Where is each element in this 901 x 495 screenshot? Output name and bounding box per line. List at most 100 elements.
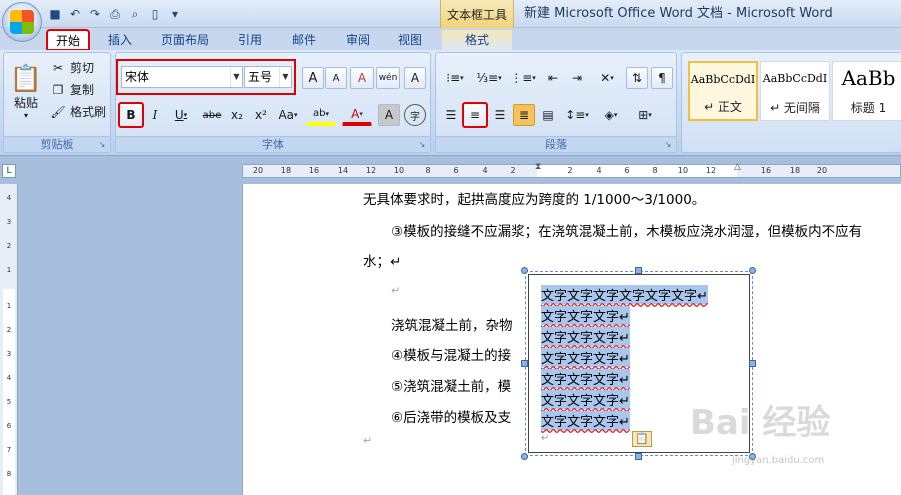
phonetic-guide-button[interactable]: wén (376, 67, 400, 89)
clear-format-icon: A (357, 71, 367, 85)
bold-button[interactable]: B (118, 102, 144, 128)
paragraph-launcher-icon[interactable]: ↘ (663, 140, 673, 150)
chevron-down-icon: ▾ (325, 109, 329, 118)
line-spacing-button[interactable]: ↕≡ ▾ (562, 104, 592, 126)
indent-marker-icon[interactable]: ⧗ (535, 162, 541, 172)
paste-button[interactable]: 📋 粘贴 ▾ (8, 57, 44, 127)
tab-insert[interactable]: 插入 (98, 30, 142, 50)
style-no-spacing-sample: AaBbCcDdI (762, 72, 828, 85)
office-button[interactable] (2, 2, 42, 42)
italic-button[interactable]: I (145, 104, 165, 126)
highlight-button[interactable]: ab ▾ (306, 104, 336, 126)
tab-review[interactable]: 审阅 (336, 30, 380, 50)
chevron-down-icon: ▾ (613, 111, 618, 119)
tab-home[interactable]: 开始 (46, 29, 90, 51)
bullets-icon: ⁝≡ (446, 71, 461, 85)
font-color-button[interactable]: A ▾ (342, 104, 372, 126)
format-painter-label: 格式刷 (70, 105, 107, 119)
underline-button[interactable]: U ▾ (168, 104, 194, 126)
sort-button[interactable]: ⇅ (626, 67, 648, 89)
borders-button[interactable]: ⊞ ▾ (630, 104, 660, 126)
ruler-tick: 6 (453, 166, 459, 175)
style-normal[interactable]: AaBbCcDdI ↵ 正文 (688, 61, 758, 121)
chevron-down-icon: ▾ (294, 111, 298, 119)
print-icon[interactable]: ⎙ (106, 5, 124, 23)
multilevel-list-button[interactable]: ⋮≡ ▾ (508, 67, 538, 89)
print-preview-icon[interactable]: ⌕ (126, 5, 144, 23)
increase-indent-button[interactable]: ⇥ (566, 67, 588, 89)
font-color-icon: A (351, 106, 360, 121)
bullets-button[interactable]: ⁝≡ ▾ (440, 67, 470, 89)
quick-access-toolbar: ■ ↶ ↷ ⎙ ⌕ ▯ ▾ (46, 4, 184, 24)
style-normal-sample: AaBbCcDdI (690, 73, 756, 86)
strikethrough-button[interactable]: abe (200, 104, 224, 126)
ruler-tick: 12 (365, 166, 377, 175)
show-marks-button[interactable]: ¶ (651, 67, 673, 89)
style-heading-1[interactable]: AaBb 标题 1 (832, 61, 901, 121)
change-case-button[interactable]: Aa ▾ (274, 104, 302, 126)
resize-handle[interactable] (635, 453, 642, 460)
numbering-button[interactable]: ⅓≡ ▾ (474, 67, 504, 89)
resize-handle[interactable] (635, 267, 642, 274)
tab-selector-icon[interactable]: L (2, 164, 16, 178)
ruler-tick: 8 (425, 166, 431, 175)
superscript-button[interactable]: x² (250, 104, 272, 126)
align-left-button[interactable]: ☰ (440, 104, 462, 126)
char-border-button[interactable]: A (404, 67, 426, 89)
resize-handle[interactable] (749, 360, 756, 367)
new-document-icon[interactable]: ▯ (146, 5, 164, 23)
style-no-spacing[interactable]: AaBbCcDdI ↵ 无间隔 (760, 61, 830, 121)
chevron-down-icon: ▼ (279, 67, 291, 87)
enclose-char-button[interactable]: 字 (404, 104, 426, 126)
styles-group: AaBbCcDdI ↵ 正文 AaBbCcDdI ↵ 无间隔 AaBb 标题 1 (681, 52, 901, 153)
paint-bucket-icon: ◈ (604, 108, 614, 122)
resize-handle[interactable] (521, 360, 528, 367)
tab-format[interactable]: 格式 (442, 30, 512, 50)
shading-button[interactable]: ◈ ▾ (596, 104, 626, 126)
tab-view[interactable]: 视图 (390, 30, 430, 50)
char-shading-button[interactable]: A (378, 104, 400, 126)
doc-line: 浇筑混凝土前，杂物 (391, 318, 513, 334)
tab-references[interactable]: 引用 (228, 30, 272, 50)
align-right-button[interactable]: ☰ (489, 104, 511, 126)
resize-handle[interactable] (749, 267, 756, 274)
cut-button[interactable]: ✂ 剪切 (50, 59, 94, 76)
chevron-down-icon: ▾ (648, 111, 652, 119)
copy-icon: ❐ (52, 82, 64, 97)
undo-icon[interactable]: ↶ (66, 5, 84, 23)
ruler-tick: 6 (624, 166, 630, 175)
grow-font-button[interactable]: A (302, 67, 324, 89)
copy-button[interactable]: ❐ 复制 (50, 81, 94, 98)
redo-icon[interactable]: ↷ (86, 5, 104, 23)
doc-line: ⑤浇筑混凝土前，模 (391, 379, 512, 395)
distributed-button[interactable]: ▤ (537, 104, 559, 126)
justify-button[interactable]: ≣ (513, 104, 535, 126)
font-size-select[interactable]: 五号 ▼ (244, 66, 292, 88)
clipboard-launcher-icon[interactable]: ↘ (97, 140, 107, 150)
doc-line: ⑥后浇带的模板及支 (391, 410, 512, 426)
subscript-button[interactable]: x₂ (226, 104, 248, 126)
font-name-select[interactable]: 宋体 ▼ (121, 66, 243, 88)
save-icon[interactable]: ■ (46, 5, 64, 23)
font-launcher-icon[interactable]: ↘ (417, 140, 427, 150)
ruler-tick: 18 (280, 166, 292, 175)
resize-handle[interactable] (521, 267, 528, 274)
tab-page-layout[interactable]: 页面布局 (152, 30, 218, 50)
tab-mailings[interactable]: 邮件 (282, 30, 326, 50)
paste-options-icon[interactable]: 📋 (632, 431, 652, 447)
clear-format-button[interactable]: A (350, 67, 374, 89)
format-painter-button[interactable]: 🖌 格式刷 (50, 103, 106, 120)
right-indent-marker-icon[interactable]: △ (734, 162, 741, 172)
vruler-tick: 1 (6, 302, 12, 310)
vertical-ruler-text-area (3, 289, 15, 495)
doc-line: 水；↵ (363, 254, 402, 270)
chevron-down-icon: ▾ (359, 109, 363, 118)
shrink-font-button[interactable]: A (325, 67, 347, 89)
resize-handle[interactable] (521, 453, 528, 460)
customize-icon[interactable]: ▾ (166, 5, 184, 23)
font-group-label: 字体 (116, 136, 430, 152)
decrease-indent-button[interactable]: ⇤ (542, 67, 564, 89)
chinese-layout-button[interactable]: ✕ ▾ (592, 67, 622, 89)
shrink-font-icon: A (332, 72, 340, 84)
align-center-button[interactable]: ≡ (462, 102, 488, 128)
